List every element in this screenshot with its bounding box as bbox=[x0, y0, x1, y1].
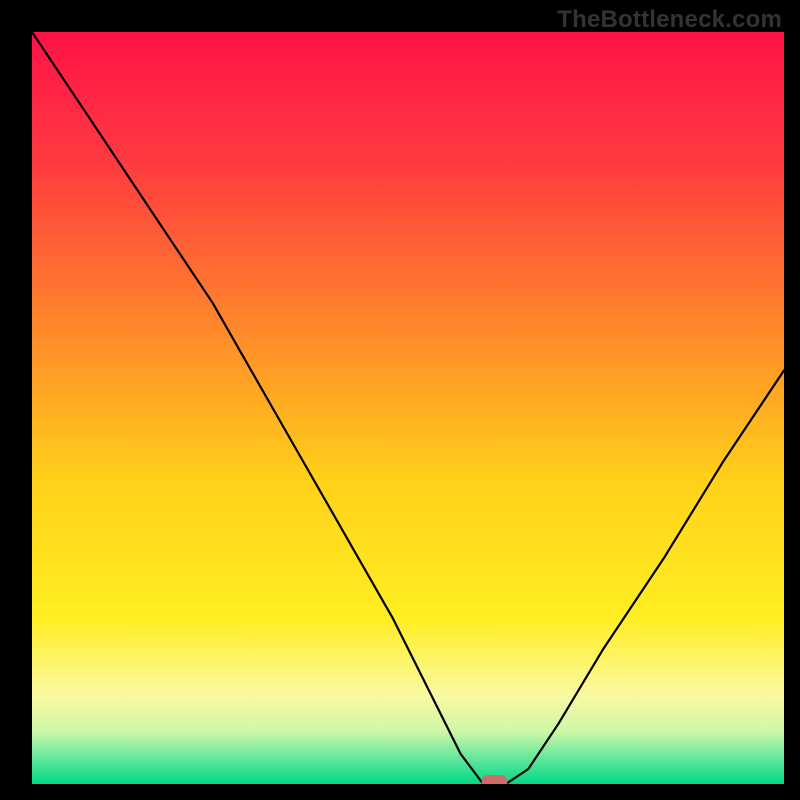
chart-frame: TheBottleneck.com bbox=[0, 0, 800, 800]
chart-overlay bbox=[32, 32, 784, 784]
optimal-marker bbox=[482, 775, 508, 784]
plot-area bbox=[32, 32, 784, 784]
bottleneck-curve bbox=[32, 32, 784, 784]
watermark-text: TheBottleneck.com bbox=[557, 6, 782, 34]
